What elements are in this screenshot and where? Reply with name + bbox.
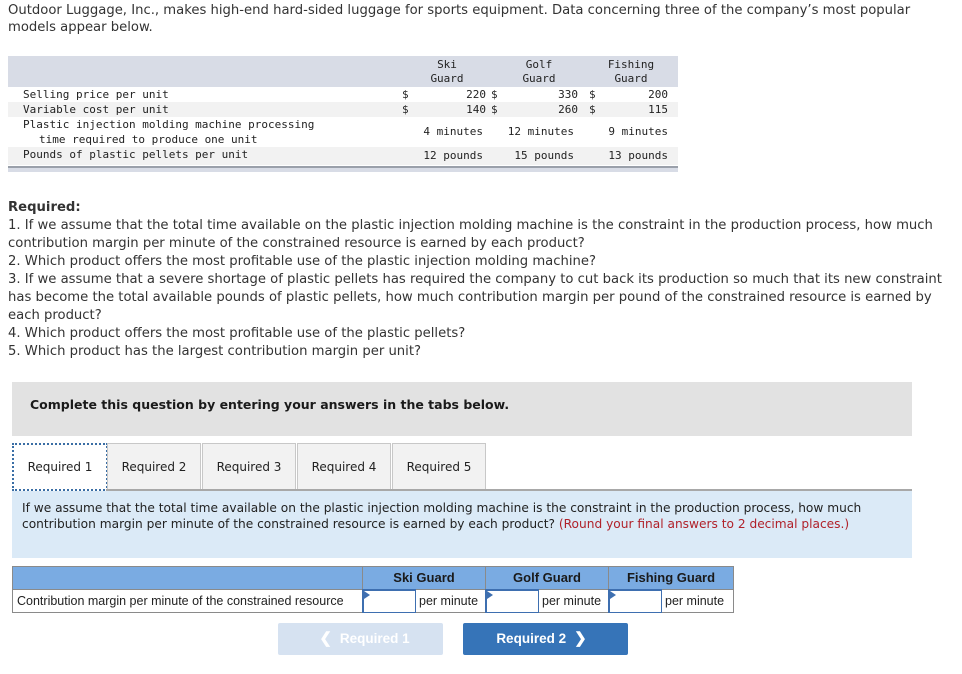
currency-symbol: $: [589, 103, 596, 116]
product-data-table: Ski Guard Golf Guard Fishing Guard Selling …: [8, 56, 678, 172]
row-label: time required to produce one unit: [39, 133, 258, 146]
column-header-line: Fishing: [607, 58, 655, 71]
column-header-ski: Ski Guard: [422, 58, 472, 86]
input-flag-icon: [486, 590, 493, 599]
required-item-5: 5. Which product has the largest contrib…: [8, 344, 422, 359]
ski-guard-cm-input[interactable]: [363, 590, 415, 612]
row-label: Selling price per unit: [23, 88, 169, 101]
table-row-machine-time: Plastic injection molding machine proces…: [8, 117, 678, 147]
header-fishing-guard: Fishing Guard: [608, 566, 734, 590]
unit-label: per minute: [415, 589, 486, 613]
required-section: Required: 1. If we assume that the total…: [8, 199, 953, 361]
required-item-4: 4. Which product offers the most profita…: [8, 326, 466, 341]
column-header-line: Ski: [437, 58, 457, 71]
tab-required-5[interactable]: Required 5: [392, 443, 486, 491]
currency-symbol: $: [402, 103, 409, 116]
tab-required-2[interactable]: Required 2: [107, 443, 201, 491]
cell-value: 9 minutes: [608, 125, 668, 138]
header-blank: [12, 566, 363, 590]
currency-symbol: $: [589, 88, 596, 101]
problem-intro: Outdoor Luggage, Inc., makes high-end ha…: [8, 3, 911, 35]
column-header-line: Guard: [430, 72, 464, 85]
row-label: Pounds of plastic pellets per unit: [23, 148, 249, 161]
rounding-hint: (Round your final answers to 2 decimal p…: [558, 517, 850, 531]
currency-symbol: $: [491, 88, 498, 101]
unit-label: per minute: [661, 589, 734, 613]
column-header-golf: Golf Guard: [513, 58, 565, 86]
prev-required-button[interactable]: ❮ Required 1: [278, 623, 443, 655]
cell-value: 13 pounds: [608, 149, 668, 162]
cell-value: 220: [466, 88, 486, 101]
next-required-button[interactable]: Required 2 ❯: [463, 623, 628, 655]
cell-value: 15 pounds: [514, 149, 574, 162]
answer-table-header: Ski Guard Golf Guard Fishing Guard: [12, 566, 734, 590]
unit-label: per minute: [538, 589, 609, 613]
answer-table: Ski Guard Golf Guard Fishing Guard Contr…: [12, 566, 734, 613]
golf-guard-cm-input[interactable]: [486, 590, 538, 612]
currency-symbol: $: [402, 88, 409, 101]
fishing-guard-cm-input[interactable]: [609, 590, 661, 612]
header-golf-guard: Golf Guard: [485, 566, 609, 590]
column-header-line: Golf: [525, 58, 553, 71]
row-label: Plastic injection molding machine proces…: [23, 118, 315, 131]
tab-required-4[interactable]: Required 4: [297, 443, 391, 491]
ski-guard-input-cell: [361, 588, 416, 613]
table-footer: [8, 166, 678, 172]
golf-guard-input-cell: [484, 588, 539, 613]
next-label: Required 2: [496, 631, 567, 646]
input-flag-icon: [363, 590, 370, 599]
fishing-guard-input-cell: [607, 588, 662, 613]
cell-value: 140: [466, 103, 486, 116]
column-header-fishing: Fishing Guard: [601, 58, 661, 86]
answer-row: Contribution margin per minute of the co…: [12, 588, 734, 613]
input-flag-icon: [609, 590, 616, 599]
table-row-pellets: Pounds of plastic pellets per unit 12 po…: [8, 147, 678, 165]
answer-row-label: Contribution margin per minute of the co…: [12, 589, 363, 613]
chevron-left-icon: ❮: [319, 630, 332, 647]
prev-label: Required 1: [339, 631, 410, 646]
header-ski-guard: Ski Guard: [362, 566, 486, 590]
required-item-3: 3. If we assume that a severe shortage o…: [8, 272, 942, 323]
cell-value: 4 minutes: [423, 125, 483, 138]
table-row-variable-cost: Variable cost per unit $ 140 $ 260 $ 115: [8, 102, 678, 117]
cell-value: 12 pounds: [423, 149, 483, 162]
tab-required-3[interactable]: Required 3: [202, 443, 296, 491]
column-header-line: Guard: [614, 72, 648, 85]
cell-value: 330: [558, 88, 578, 101]
required-item-1: 1. If we assume that the total time avai…: [8, 218, 933, 251]
required-title: Required:: [8, 200, 81, 215]
currency-symbol: $: [491, 103, 498, 116]
row-label: Variable cost per unit: [23, 103, 169, 116]
cell-value: 260: [558, 103, 578, 116]
instruction-banner: Complete this question by entering your …: [12, 382, 912, 436]
question-prompt: If we assume that the total time availab…: [12, 491, 912, 558]
table-header: Ski Guard Golf Guard Fishing Guard: [8, 56, 678, 87]
cell-value: 200: [648, 88, 668, 101]
table-row-selling-price: Selling price per unit $ 220 $ 330 $ 200: [8, 87, 678, 102]
cell-value: 115: [648, 103, 668, 116]
column-header-line: Guard: [522, 72, 556, 85]
required-item-2: 2. Which product offers the most profita…: [8, 254, 596, 269]
tab-required-1[interactable]: Required 1: [12, 443, 108, 491]
chevron-right-icon: ❯: [574, 630, 587, 647]
prompt-paragraph: If we assume that the total time availab…: [22, 500, 902, 532]
instruction-text: Complete this question by entering your …: [30, 397, 510, 412]
cell-value: 12 minutes: [507, 125, 574, 138]
